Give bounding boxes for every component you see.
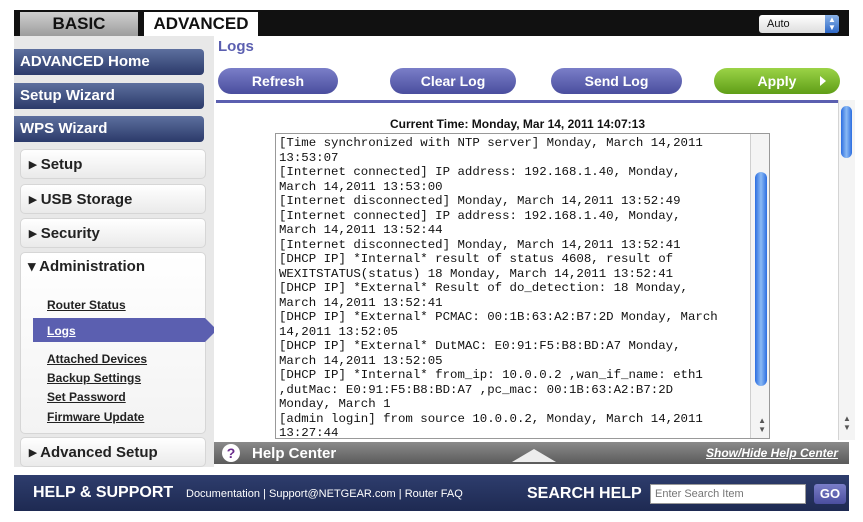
apply-button[interactable]: Apply xyxy=(714,68,840,94)
go-button[interactable]: GO xyxy=(814,484,846,504)
top-bar xyxy=(14,10,849,36)
search-help-label: SEARCH HELP xyxy=(527,485,642,502)
page-title: Logs xyxy=(218,38,254,55)
page-scrollbar-thumb[interactable] xyxy=(841,106,852,158)
select-arrows-icon: ▲ ▼ xyxy=(825,15,839,33)
router-admin-page: BASIC ADVANCED Auto ▲ ▼ ADVANCED Home Set… xyxy=(0,0,863,522)
log-content: [Time synchronized with NTP server] Mond… xyxy=(279,136,718,439)
link-separator: | xyxy=(263,488,266,500)
arrow-right-icon xyxy=(820,76,826,86)
nav-setup-wizard[interactable]: Setup Wizard xyxy=(14,83,204,109)
subnav-logs[interactable]: Logs xyxy=(47,324,76,338)
nav-security[interactable]: ▸ Security xyxy=(20,218,206,248)
footer-links: Documentation | Support@NETGEAR.com | Ro… xyxy=(186,488,463,500)
question-icon: ? xyxy=(222,444,240,462)
link-separator: | xyxy=(398,488,402,500)
subnav-backup-settings[interactable]: Backup Settings xyxy=(47,371,141,385)
clear-log-button[interactable]: Clear Log xyxy=(390,68,516,94)
log-scrollbar[interactable]: ▲ ▼ xyxy=(750,134,769,438)
nav-setup[interactable]: ▸ Setup xyxy=(20,149,206,179)
refresh-button[interactable]: Refresh xyxy=(218,68,338,94)
router-faq-link[interactable]: Router FAQ xyxy=(405,488,463,500)
page-scrollbar[interactable]: ▲ ▼ xyxy=(838,100,855,440)
mode-select-value: Auto xyxy=(767,18,790,30)
nav-administration[interactable]: ▾ Administration xyxy=(20,252,206,282)
show-hide-help-link[interactable]: Show/Hide Help Center xyxy=(706,446,838,460)
subnav-router-status[interactable]: Router Status xyxy=(47,298,126,312)
send-log-button[interactable]: Send Log xyxy=(551,68,682,94)
subnav-firmware-update[interactable]: Firmware Update xyxy=(47,410,144,424)
nav-advanced-setup[interactable]: ▸ Advanced Setup xyxy=(20,437,206,467)
support-email-link[interactable]: Support@NETGEAR.com xyxy=(269,488,396,500)
log-scrollbar-thumb[interactable] xyxy=(755,172,767,386)
subnav-set-password[interactable]: Set Password xyxy=(47,390,126,404)
scroll-arrows-icon[interactable]: ▲ ▼ xyxy=(758,416,766,434)
page-scroll-arrows-icon[interactable]: ▲ ▼ xyxy=(843,414,851,432)
tab-basic[interactable]: BASIC xyxy=(20,12,138,36)
apply-label: Apply xyxy=(757,73,797,89)
tab-advanced[interactable]: ADVANCED xyxy=(144,12,258,38)
help-support-label: HELP & SUPPORT xyxy=(33,484,174,501)
subnav-attached-devices[interactable]: Attached Devices xyxy=(47,352,147,366)
nav-usb-storage[interactable]: ▸ USB Storage xyxy=(20,184,206,214)
documentation-link[interactable]: Documentation xyxy=(186,488,260,500)
mode-select[interactable]: Auto ▲ ▼ xyxy=(759,15,839,33)
search-input[interactable] xyxy=(650,484,806,504)
log-textarea[interactable]: [Time synchronized with NTP server] Mond… xyxy=(275,133,770,439)
expand-up-icon[interactable] xyxy=(512,449,556,462)
title-divider xyxy=(216,100,840,103)
current-time: Current Time: Monday, Mar 14, 2011 14:07… xyxy=(390,117,645,131)
help-center-label: Help Center xyxy=(252,445,337,462)
nav-advanced-home[interactable]: ADVANCED Home xyxy=(14,49,204,75)
